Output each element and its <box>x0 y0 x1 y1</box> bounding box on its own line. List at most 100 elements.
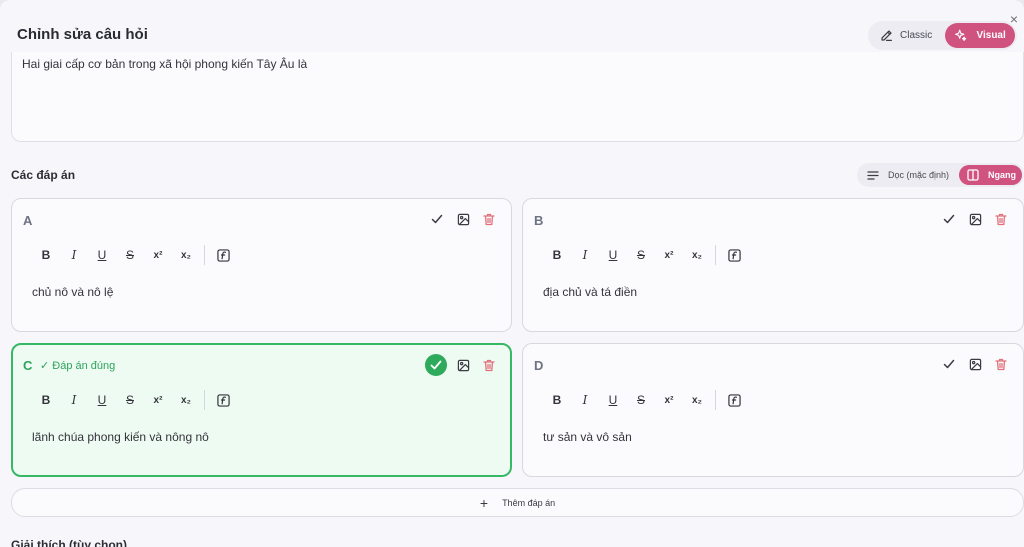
formatting-toolbar: B I U S x² x₂ <box>32 390 237 410</box>
add-answer-label: Thêm đáp án <box>502 497 556 508</box>
formula-button[interactable] <box>209 390 237 410</box>
add-image-button[interactable] <box>965 209 985 229</box>
correct-answer-badge: ✓ Đáp án đúng <box>40 360 116 372</box>
formatting-toolbar: B I U S x² x₂ <box>32 245 237 265</box>
mode-visual-button[interactable]: Visual <box>945 23 1015 48</box>
bold-button[interactable]: B <box>32 245 60 265</box>
subscript-button[interactable]: x₂ <box>683 390 711 410</box>
image-icon <box>969 358 981 370</box>
add-image-button[interactable] <box>453 209 473 229</box>
answer-card-a: A B I U S x² x₂ chủ nô và nô lệ <box>11 198 512 332</box>
delete-answer-button[interactable] <box>479 209 499 229</box>
toolbar-divider <box>715 245 716 265</box>
underline-button[interactable]: U <box>599 390 627 410</box>
layout-vertical-label: Dọc (mặc định) <box>888 170 950 180</box>
mark-correct-button[interactable] <box>425 354 447 376</box>
answer-card-c: C ✓ Đáp án đúng B I U S x² x₂ lãnh chúa … <box>11 343 512 477</box>
mark-correct-button[interactable] <box>939 354 959 374</box>
answer-actions <box>427 209 499 229</box>
answer-letter: D <box>534 358 544 373</box>
strikethrough-button[interactable]: S <box>116 390 144 410</box>
subscript-button[interactable]: x₂ <box>172 390 200 410</box>
formatting-toolbar: B I U S x² x₂ <box>543 245 748 265</box>
answer-card-b: B B I U S x² x₂ địa chủ và tá điền <box>522 198 1024 332</box>
formatting-toolbar: B I U S x² x₂ <box>543 390 748 410</box>
function-icon <box>727 248 741 262</box>
image-icon <box>969 213 981 225</box>
function-icon <box>216 248 230 262</box>
delete-answer-button[interactable] <box>991 354 1011 374</box>
list-icon <box>867 170 879 180</box>
answer-letter: B <box>534 213 544 228</box>
mode-classic-label: Classic <box>900 30 933 41</box>
underline-button[interactable]: U <box>88 245 116 265</box>
toolbar-divider <box>204 390 205 410</box>
bold-button[interactable]: B <box>543 245 571 265</box>
bold-button[interactable]: B <box>32 390 60 410</box>
editor-mode-toggle: Classic Visual <box>868 21 1017 50</box>
trash-icon <box>483 213 495 225</box>
italic-button[interactable]: I <box>60 245 88 265</box>
answer-card-d: D B I U S x² x₂ tư sản và vô sản <box>522 343 1024 477</box>
question-text: Hai giai cấp cơ bản trong xã hội phong k… <box>22 57 308 71</box>
underline-button[interactable]: U <box>599 245 627 265</box>
trash-icon <box>995 358 1007 370</box>
explanation-section-title: Giải thích (tùy chọn) <box>11 538 127 547</box>
strikethrough-button[interactable]: S <box>627 390 655 410</box>
subscript-button[interactable]: x₂ <box>683 245 711 265</box>
sparkles-icon <box>955 29 967 41</box>
layout-horizontal-label: Ngang <box>988 170 1016 180</box>
layout-horizontal-button[interactable]: Ngang <box>959 165 1022 185</box>
answer-text[interactable]: chủ nô và nô lệ <box>32 285 113 299</box>
plus-icon: + <box>479 494 489 511</box>
italic-button[interactable]: I <box>60 390 88 410</box>
superscript-button[interactable]: x² <box>144 245 172 265</box>
superscript-button[interactable]: x² <box>655 390 683 410</box>
answer-letter: C <box>23 358 33 373</box>
formula-button[interactable] <box>720 245 748 265</box>
trash-icon <box>483 359 495 371</box>
subscript-button[interactable]: x₂ <box>172 245 200 265</box>
answer-actions <box>939 354 1011 374</box>
edit-question-modal: × Chỉnh sửa câu hỏi Classic Visual Hai g… <box>0 0 1024 547</box>
formula-button[interactable] <box>209 245 237 265</box>
pencil-icon <box>881 30 892 41</box>
mode-visual-label: Visual <box>976 30 1006 41</box>
answer-text[interactable]: tư sản và vô sản <box>543 430 632 444</box>
mark-correct-button[interactable] <box>939 209 959 229</box>
modal-title: Chỉnh sửa câu hỏi <box>17 26 148 43</box>
question-editor[interactable]: Hai giai cấp cơ bản trong xã hội phong k… <box>11 52 1024 142</box>
delete-answer-button[interactable] <box>991 209 1011 229</box>
strikethrough-button[interactable]: S <box>116 245 144 265</box>
mark-correct-button[interactable] <box>427 209 447 229</box>
answer-actions <box>939 209 1011 229</box>
answer-text[interactable]: lãnh chúa phong kiến và nông nô <box>32 430 209 444</box>
superscript-button[interactable]: x² <box>144 390 172 410</box>
columns-icon <box>967 169 979 181</box>
image-icon <box>457 359 469 371</box>
mode-classic-button[interactable]: Classic <box>870 23 945 48</box>
check-icon <box>430 360 442 370</box>
answer-text[interactable]: địa chủ và tá điền <box>543 285 637 299</box>
check-icon <box>431 214 443 224</box>
add-image-button[interactable] <box>965 354 985 374</box>
answer-letter: A <box>23 213 33 228</box>
add-image-button[interactable] <box>453 355 473 375</box>
formula-button[interactable] <box>720 390 748 410</box>
layout-vertical-button[interactable]: Dọc (mặc định) <box>859 165 959 185</box>
add-answer-button[interactable]: + Thêm đáp án <box>11 488 1024 517</box>
trash-icon <box>995 213 1007 225</box>
bold-button[interactable]: B <box>543 390 571 410</box>
underline-button[interactable]: U <box>88 390 116 410</box>
superscript-button[interactable]: x² <box>655 245 683 265</box>
answer-layout-toggle: Dọc (mặc định) Ngang <box>857 163 1024 187</box>
function-icon <box>727 393 741 407</box>
italic-button[interactable]: I <box>571 245 599 265</box>
answer-actions <box>425 354 499 376</box>
italic-button[interactable]: I <box>571 390 599 410</box>
delete-answer-button[interactable] <box>479 355 499 375</box>
function-icon <box>216 393 230 407</box>
image-icon <box>457 213 469 225</box>
toolbar-divider <box>204 245 205 265</box>
strikethrough-button[interactable]: S <box>627 245 655 265</box>
